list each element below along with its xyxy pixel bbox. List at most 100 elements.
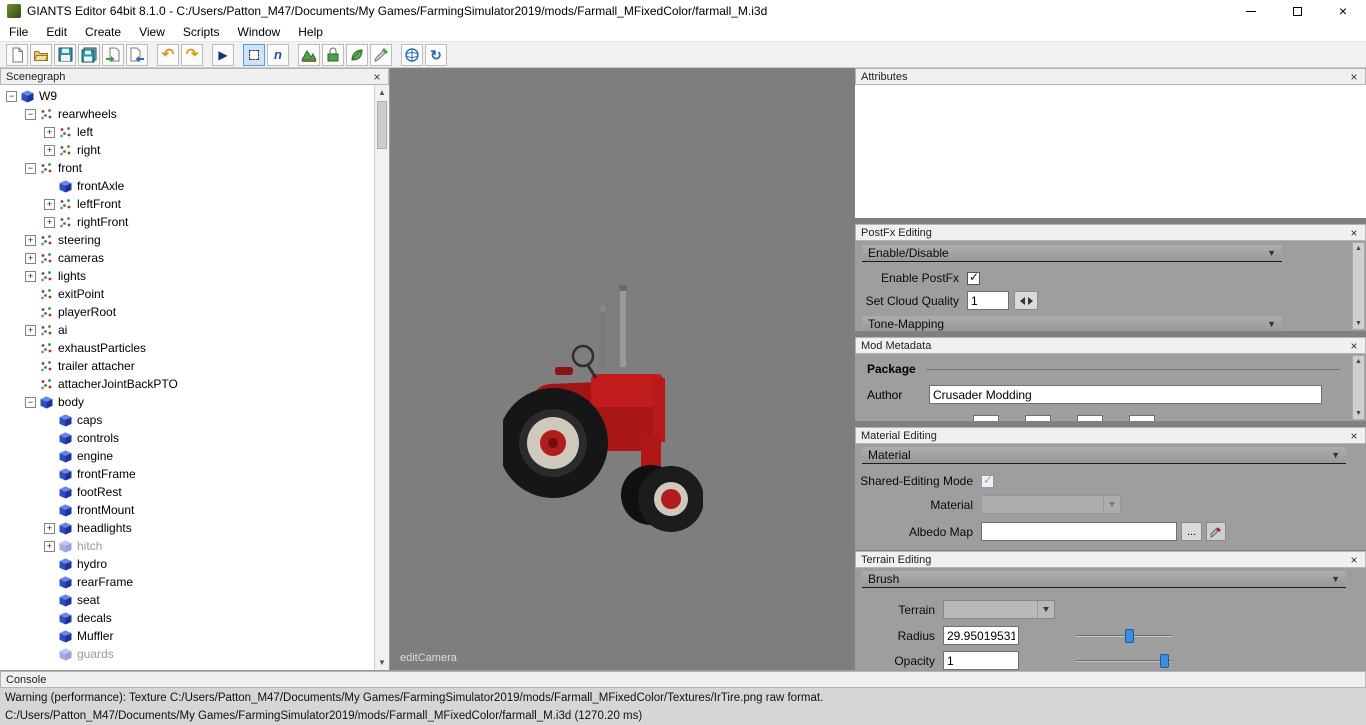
scroll-up-icon[interactable]: ▲ <box>1353 243 1364 254</box>
terrain-paint-button[interactable] <box>322 44 344 66</box>
collapse-arrow-icon[interactable]: ▼ <box>1267 320 1276 329</box>
expand-plus-icon[interactable]: + <box>25 325 36 336</box>
tree-item-Muffler[interactable]: Muffler <box>0 627 373 645</box>
viewport-3d[interactable]: editCamera <box>390 68 855 670</box>
tree-item-headlights[interactable]: +headlights <box>0 519 373 537</box>
postfx-close-button[interactable]: × <box>1348 227 1360 239</box>
collapse-minus-icon[interactable]: − <box>6 91 17 102</box>
play-button[interactable]: ▶ <box>212 44 234 66</box>
tree-item-rightFront[interactable]: +rightFront <box>0 213 373 231</box>
tree-item-rearwheels[interactable]: −rearwheels <box>0 105 373 123</box>
mod-metadata-close-button[interactable]: × <box>1348 340 1360 352</box>
close-button[interactable]: × <box>1320 0 1366 22</box>
tree-item-hydro[interactable]: hydro <box>0 555 373 573</box>
tree-item-decals[interactable]: decals <box>0 609 373 627</box>
terrain-sculpt-button[interactable] <box>298 44 320 66</box>
tree-item-cameras[interactable]: +cameras <box>0 249 373 267</box>
collapse-minus-icon[interactable]: − <box>25 109 36 120</box>
albedo-map-input[interactable] <box>981 522 1177 541</box>
tree-item-controls[interactable]: controls <box>0 429 373 447</box>
tree-item-frontAxle[interactable]: frontAxle <box>0 177 373 195</box>
expand-plus-icon[interactable]: + <box>44 199 55 210</box>
tree-item-exitPoint[interactable]: exitPoint <box>0 285 373 303</box>
tree-item-frontFrame[interactable]: frontFrame <box>0 465 373 483</box>
tree-item-right[interactable]: +right <box>0 141 373 159</box>
save-all-button[interactable] <box>78 44 100 66</box>
expand-plus-icon[interactable]: + <box>25 253 36 264</box>
expand-plus-icon[interactable]: + <box>25 235 36 246</box>
minimize-button[interactable] <box>1228 0 1274 22</box>
menu-help[interactable]: Help <box>289 23 332 41</box>
attributes-close-button[interactable]: × <box>1348 71 1360 83</box>
expand-plus-icon[interactable]: + <box>44 523 55 534</box>
expand-plus-icon[interactable]: + <box>44 541 55 552</box>
tree-item-lights[interactable]: +lights <box>0 267 373 285</box>
scenegraph-scrollbar[interactable]: ▲ ▼ <box>374 85 389 670</box>
undo-button[interactable]: ↶ <box>157 44 179 66</box>
tree-item-footRest[interactable]: footRest <box>0 483 373 501</box>
new-file-button[interactable] <box>6 44 28 66</box>
terrain-pick-button[interactable] <box>370 44 392 66</box>
collapse-arrow-icon[interactable]: ▼ <box>1267 249 1276 258</box>
maximize-button[interactable] <box>1274 0 1320 22</box>
opacity-slider[interactable] <box>1076 653 1172 669</box>
tree-item-front[interactable]: −front <box>0 159 373 177</box>
postfx-enable-group[interactable]: Enable/Disable ▼ <box>862 245 1282 262</box>
scroll-up-icon[interactable]: ▲ <box>1353 356 1364 367</box>
export-button[interactable] <box>126 44 148 66</box>
expand-plus-icon[interactable]: + <box>44 145 55 156</box>
mod-metadata-scrollbar[interactable]: ▲ ▼ <box>1352 355 1365 420</box>
postfx-scrollbar[interactable]: ▲ ▼ <box>1352 242 1365 330</box>
enable-postfx-checkbox[interactable] <box>967 272 980 285</box>
cloud-quality-input[interactable] <box>967 291 1009 310</box>
slider-handle[interactable] <box>1125 629 1134 643</box>
tree-item-seat[interactable]: seat <box>0 591 373 609</box>
collapse-arrow-icon[interactable]: ▼ <box>1331 451 1340 460</box>
collapse-minus-icon[interactable]: − <box>25 163 36 174</box>
tree-item-leftFront[interactable]: +leftFront <box>0 195 373 213</box>
cloud-quality-stepper[interactable] <box>1014 291 1038 310</box>
albedo-browse-button[interactable]: ... <box>1181 522 1202 541</box>
scroll-thumb[interactable] <box>377 101 387 149</box>
reload-button[interactable]: ↻ <box>425 44 447 66</box>
tree-item-hitch[interactable]: +hitch <box>0 537 373 555</box>
menu-create[interactable]: Create <box>76 23 130 41</box>
tree-item-caps[interactable]: caps <box>0 411 373 429</box>
material-editing-close-button[interactable]: × <box>1348 430 1360 442</box>
foliage-paint-button[interactable] <box>346 44 368 66</box>
redo-button[interactable]: ↷ <box>181 44 203 66</box>
scenegraph-close-button[interactable]: × <box>371 71 383 83</box>
terrain-dropdown[interactable] <box>943 600 1055 619</box>
scroll-up-icon[interactable]: ▲ <box>375 85 389 100</box>
tree-item-body[interactable]: −body <box>0 393 373 411</box>
import-button[interactable] <box>102 44 124 66</box>
expand-plus-icon[interactable]: + <box>25 271 36 282</box>
snap-toggle-button[interactable]: n <box>267 44 289 66</box>
terrain-editing-close-button[interactable]: × <box>1348 554 1360 566</box>
collapse-arrow-icon[interactable]: ▼ <box>1331 575 1340 584</box>
tree-item-trailer-attacher[interactable]: trailer attacher <box>0 357 373 375</box>
globe-button[interactable] <box>401 44 423 66</box>
tree-item-frontMount[interactable]: frontMount <box>0 501 373 519</box>
material-dropdown[interactable] <box>981 495 1121 514</box>
material-group[interactable]: Material ▼ <box>862 447 1346 464</box>
menu-file[interactable]: File <box>0 23 37 41</box>
tree-item-W9[interactable]: −W9 <box>0 87 373 105</box>
open-file-button[interactable] <box>30 44 52 66</box>
postfx-tonemapping-group[interactable]: Tone-Mapping ▼ <box>862 316 1282 331</box>
albedo-picker-button[interactable] <box>1206 522 1226 541</box>
shared-editing-checkbox[interactable] <box>981 475 994 488</box>
tree-item-steering[interactable]: +steering <box>0 231 373 249</box>
expand-plus-icon[interactable]: + <box>44 217 55 228</box>
tree-item-attacherJointBackPTO[interactable]: attacherJointBackPTO <box>0 375 373 393</box>
scroll-down-icon[interactable]: ▼ <box>1353 318 1364 329</box>
menu-edit[interactable]: Edit <box>37 23 76 41</box>
opacity-input[interactable] <box>943 651 1019 670</box>
expand-plus-icon[interactable]: + <box>44 127 55 138</box>
select-tool-button[interactable] <box>243 44 265 66</box>
radius-slider[interactable] <box>1076 628 1172 644</box>
scroll-down-icon[interactable]: ▼ <box>375 655 389 670</box>
menu-window[interactable]: Window <box>229 23 290 41</box>
tree-item-playerRoot[interactable]: playerRoot <box>0 303 373 321</box>
radius-input[interactable] <box>943 626 1019 645</box>
